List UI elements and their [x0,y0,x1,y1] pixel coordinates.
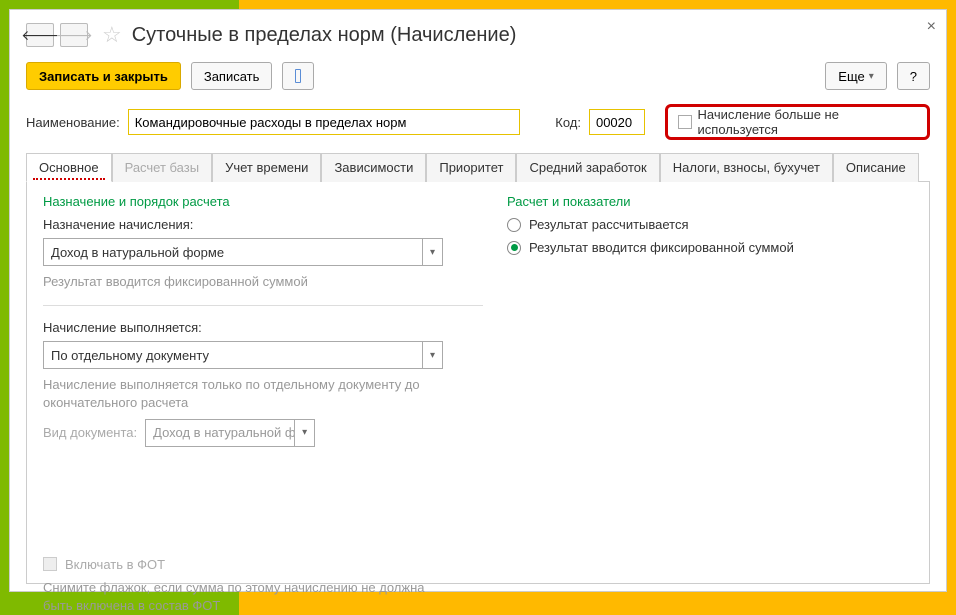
tab-deps[interactable]: Зависимости [321,153,426,182]
divider [43,305,483,306]
executed-label: Начисление выполняется: [43,320,483,335]
name-input[interactable] [128,109,520,135]
radio-fixed-label: Результат вводится фиксированной суммой [529,240,794,255]
unused-highlight: Начисление больше не используется [665,104,930,140]
purpose-select[interactable]: Доход в натуральной форме ▾ [43,238,443,266]
name-label: Наименование: [26,115,120,130]
page-title: Суточные в пределах норм (Начисление) [132,24,517,47]
code-input[interactable] [589,109,645,135]
help-button[interactable]: ? [897,62,930,90]
right-section-title: Расчет и показатели [507,194,913,209]
save-button[interactable]: Записать [191,62,273,90]
more-button[interactable]: Еще [825,62,886,90]
radio-calculated-label: Результат рассчитывается [529,217,689,232]
doc-type-select[interactable]: Доход в натуральной фор ▾ [145,419,315,447]
tab-main[interactable]: Основное [26,153,112,182]
radio-fixed[interactable] [507,241,521,255]
executed-value: По отдельному документу [44,348,422,363]
tab-time[interactable]: Учет времени [212,153,321,182]
fot-label: Включать в ФОТ [65,557,165,572]
doc-type-value: Доход в натуральной фор [146,425,294,440]
nav-forward-button[interactable]: 🡒 [60,23,88,47]
chevron-down-icon: ▾ [422,239,442,265]
nav-back-button[interactable]: 🡐 [26,23,54,47]
purpose-label: Назначение начисления: [43,217,483,232]
tab-base[interactable]: Расчет базы [112,153,213,182]
unused-label: Начисление больше не используется [698,107,917,137]
close-icon[interactable]: × [927,18,936,36]
tab-taxes[interactable]: Налоги, взносы, бухучет [660,153,833,182]
executed-hint: Начисление выполняется только по отдельн… [43,376,453,412]
report-button[interactable] [282,62,314,90]
purpose-hint: Результат вводится фиксированной суммой [43,273,453,291]
chevron-down-icon: ▾ [294,420,314,446]
executed-select[interactable]: По отдельному документу ▾ [43,341,443,369]
fot-hint: Снимите флажок, если сумма по этому начи… [43,579,453,615]
fot-checkbox[interactable] [43,557,57,571]
favorite-star-icon[interactable]: ☆ [102,22,122,48]
tabs: Основное Расчет базы Учет времени Зависи… [26,152,930,182]
code-label: Код: [555,115,581,130]
purpose-value: Доход в натуральной форме [44,245,422,260]
tab-priority[interactable]: Приоритет [426,153,516,182]
save-close-button[interactable]: Записать и закрыть [26,62,181,90]
document-icon [295,69,301,83]
left-section-title: Назначение и порядок расчета [43,194,483,209]
tab-desc[interactable]: Описание [833,153,919,182]
radio-calculated[interactable] [507,218,521,232]
chevron-down-icon: ▾ [422,342,442,368]
tab-avg[interactable]: Средний заработок [516,153,659,182]
unused-checkbox[interactable] [678,115,692,129]
doc-type-label: Вид документа: [43,425,137,440]
